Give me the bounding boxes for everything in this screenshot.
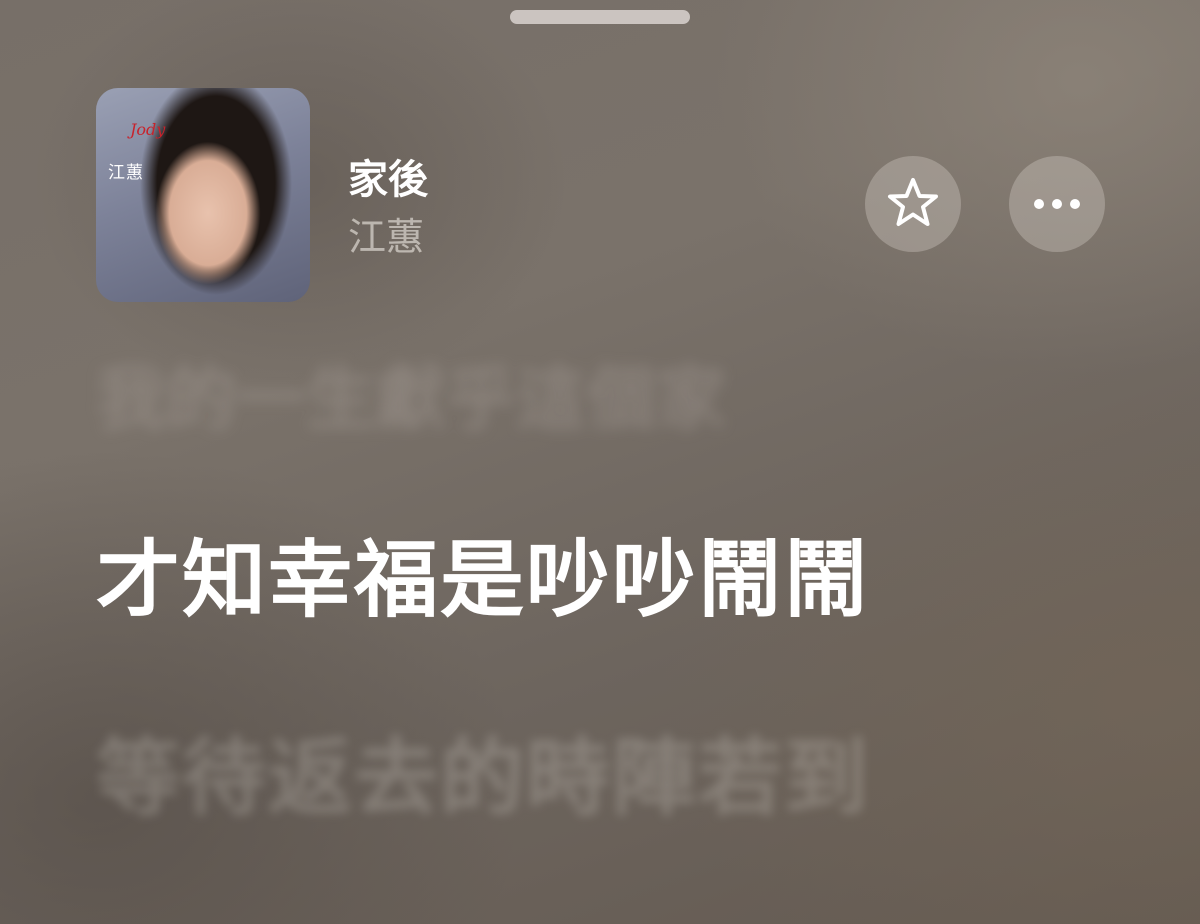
ellipsis-icon (1034, 199, 1080, 209)
artwork-logo-text: Jody (130, 120, 166, 139)
song-title[interactable]: 家後 (348, 154, 428, 206)
lyric-line-previous[interactable]: 我的一生獻乎這個家 (96, 364, 726, 434)
album-artwork[interactable]: Jody 江蕙 (96, 88, 310, 302)
lyric-line-next[interactable]: 等待返去的時陣若到 (96, 736, 870, 820)
artist-name[interactable]: 江蕙 (348, 212, 424, 262)
artwork-artist-text: 江蕙 (108, 163, 144, 183)
favorite-button[interactable] (865, 156, 961, 252)
star-icon (888, 178, 938, 226)
sheet-grabber-handle[interactable] (510, 10, 690, 24)
lyric-line-current[interactable]: 才知幸福是吵吵鬧鬧 (96, 538, 870, 622)
more-options-button[interactable] (1009, 156, 1105, 252)
